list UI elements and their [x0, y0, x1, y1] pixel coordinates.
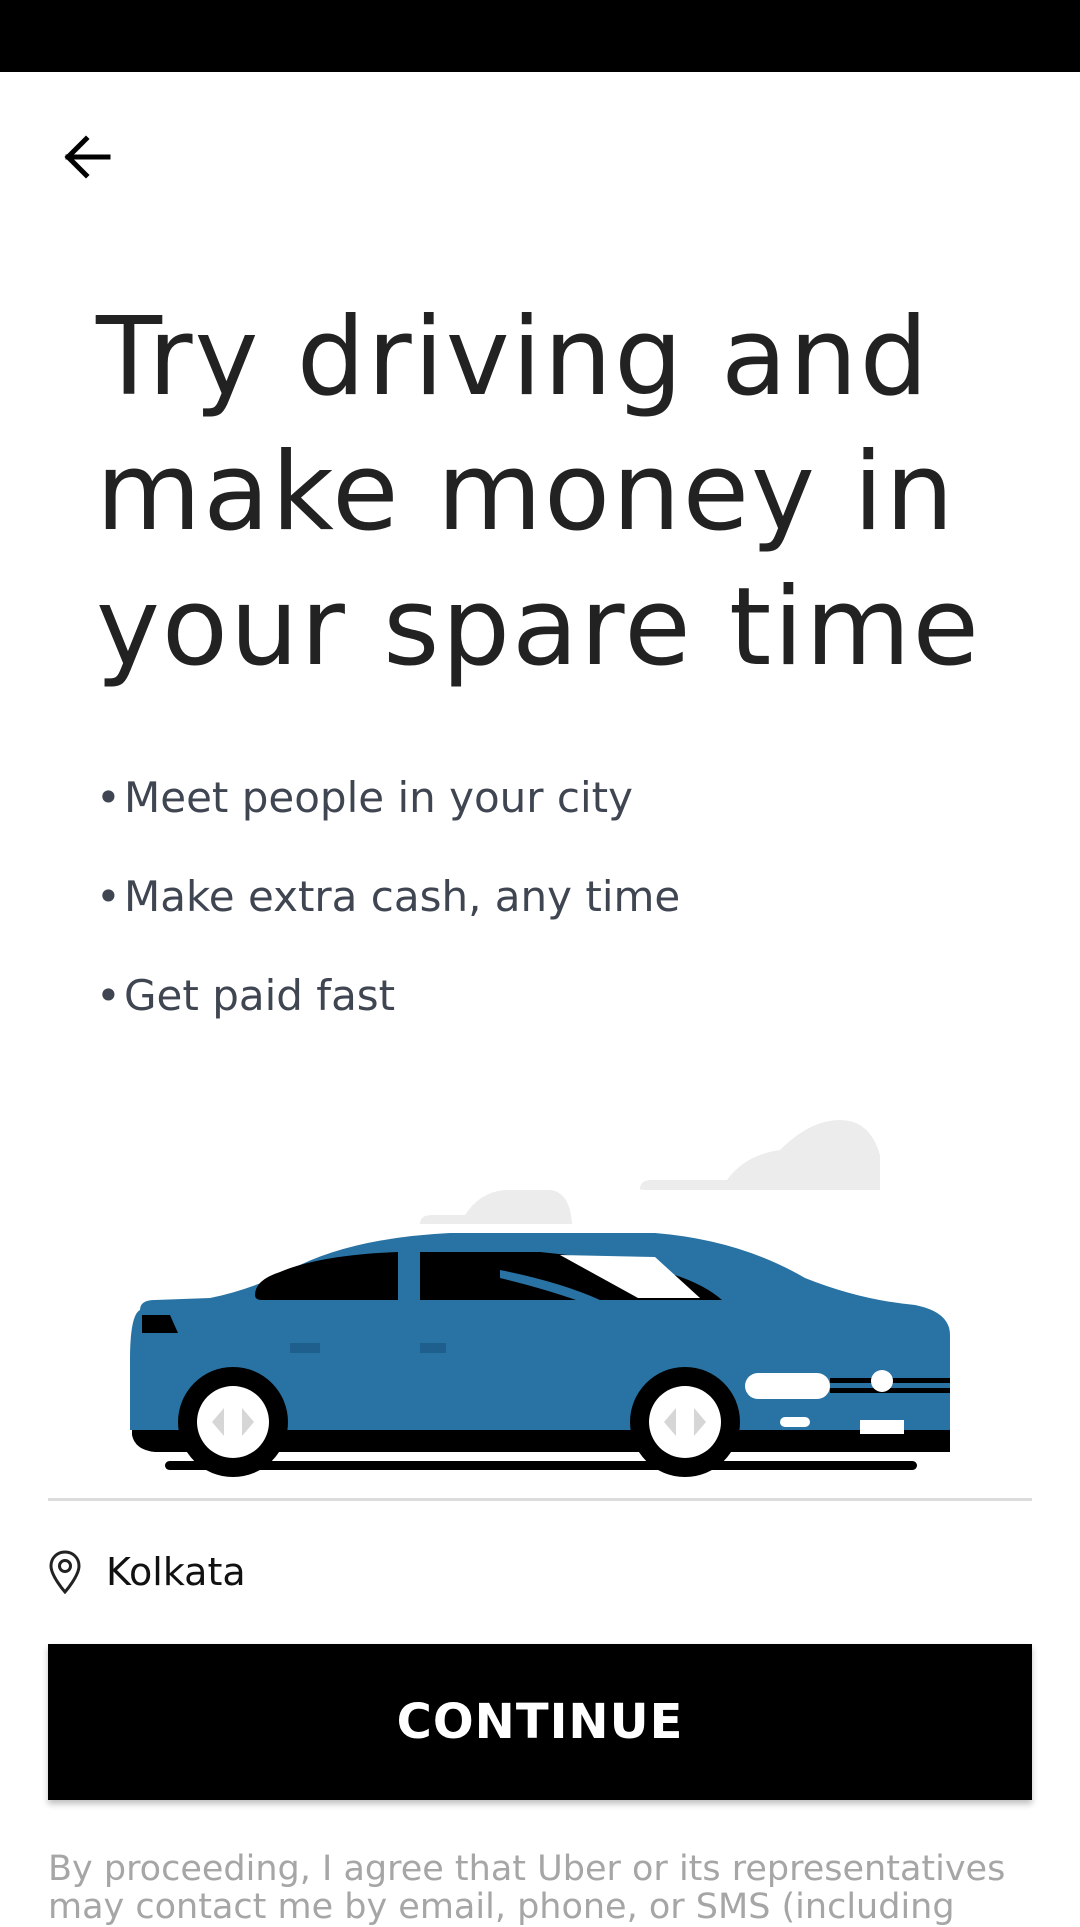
location-pin-icon [49, 1550, 81, 1595]
cloud-large [640, 1120, 880, 1190]
ground-line [165, 1461, 917, 1470]
benefit-text: Get paid fast [124, 971, 396, 1020]
wheel-front [630, 1367, 740, 1477]
door-handle-front [420, 1343, 446, 1353]
back-button[interactable] [42, 112, 132, 202]
car-bumper-light [780, 1417, 810, 1427]
wheel-rear [178, 1367, 288, 1477]
divider [48, 1498, 1032, 1501]
car-illustration [130, 1120, 950, 1477]
benefits-list: •Meet people in your city •Make extra ca… [96, 748, 680, 1045]
list-item: •Get paid fast [96, 946, 680, 1045]
car-foglight [871, 1370, 893, 1392]
cloud-small [420, 1190, 572, 1224]
list-item: •Meet people in your city [96, 748, 680, 847]
benefit-text: Make extra cash, any time [124, 872, 681, 921]
benefit-text: Meet people in your city [124, 773, 633, 822]
legal-disclaimer: By proceeding, I agree that Uber or its … [48, 1849, 1006, 1927]
status-bar [0, 0, 1080, 72]
car-headlight [745, 1373, 830, 1399]
page-title: Try driving and make money in your spare… [96, 290, 1036, 695]
bullet-dot: • [96, 773, 121, 822]
list-item: •Make extra cash, any time [96, 847, 680, 946]
headline-line-3: your spare time [96, 565, 981, 690]
bullet-dot: • [96, 872, 121, 921]
headline-line-2: make money in [96, 430, 956, 555]
grille-line-2 [830, 1388, 950, 1393]
headline-line-1: Try driving and [96, 295, 931, 420]
bullet-dot: • [96, 971, 121, 1020]
location-selector[interactable]: Kolkata [48, 1546, 246, 1598]
car-window-divider [398, 1250, 420, 1302]
door-handle-rear [290, 1343, 320, 1353]
arrow-left-icon [64, 135, 111, 179]
continue-button[interactable]: CONTINUE [48, 1644, 1032, 1800]
license-plate [860, 1420, 904, 1434]
city-name: Kolkata [106, 1550, 246, 1594]
car-window-rear [255, 1252, 398, 1300]
